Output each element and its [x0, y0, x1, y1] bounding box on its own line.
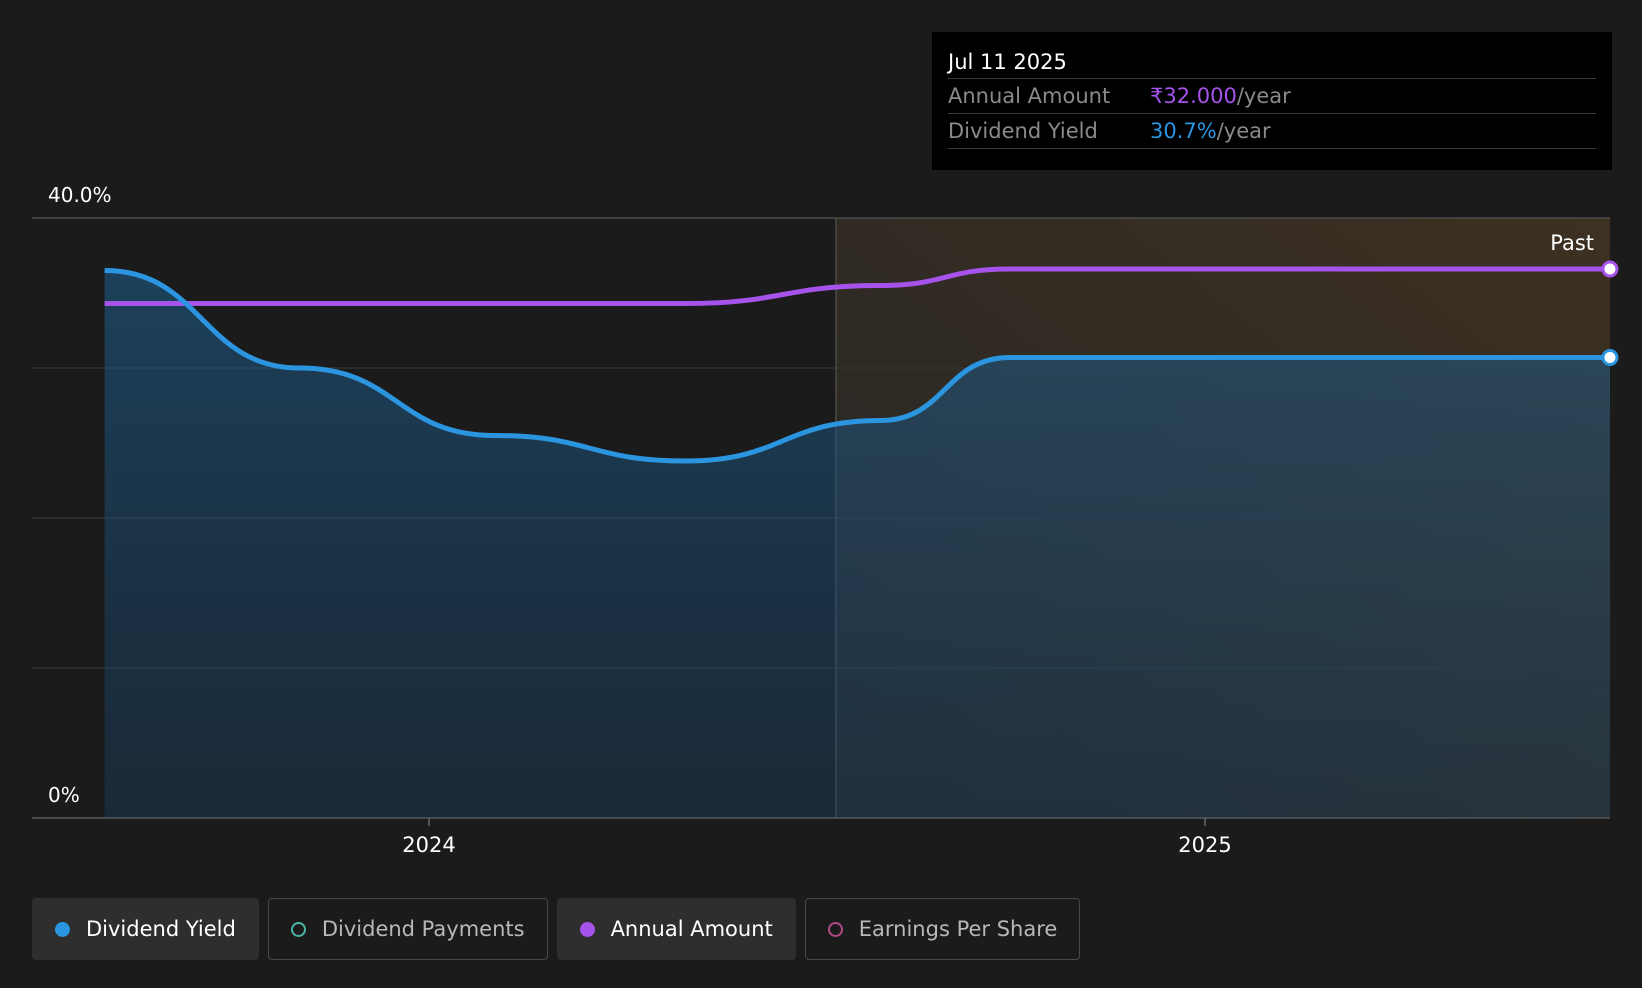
- tooltip-value: 30.7%: [1150, 119, 1217, 143]
- tooltip-unit: /year: [1236, 84, 1291, 108]
- tooltip-value: ₹32.000: [1150, 84, 1237, 108]
- tooltip-row-dividend-yield: Dividend Yield 30.7% /year: [948, 114, 1596, 149]
- legend-label: Earnings Per Share: [858, 917, 1058, 941]
- legend-label: Dividend Yield: [86, 917, 236, 941]
- legend-label: Annual Amount: [610, 917, 773, 941]
- x-tick-label-2025: 2025: [1178, 833, 1231, 857]
- legend-label: Dividend Payments: [321, 917, 525, 941]
- tooltip-label: Annual Amount: [948, 84, 1111, 108]
- legend-annual-amount[interactable]: Annual Amount: [556, 898, 796, 960]
- legend-earnings-per-share[interactable]: Earnings Per Share: [804, 898, 1081, 960]
- tooltip-unit: /year: [1216, 119, 1271, 143]
- annual-amount-endpoint[interactable]: [1601, 260, 1619, 278]
- past-label: Past: [1550, 231, 1594, 255]
- legend-dividend-payments[interactable]: Dividend Payments: [267, 898, 548, 960]
- earnings-per-share-dot-icon: [827, 921, 843, 937]
- tooltip-date: Jul 11 2025: [948, 46, 1596, 79]
- dividend-yield-dot-icon: [55, 921, 70, 937]
- tooltip-label: Dividend Yield: [948, 119, 1098, 143]
- y-tick-max: 40.0%: [48, 183, 112, 207]
- tooltip: Jul 11 2025 Annual Amount ₹32.000 /year …: [932, 32, 1612, 170]
- y-tick-zero: 0%: [48, 783, 80, 807]
- tooltip-row-annual-amount: Annual Amount ₹32.000 /year: [948, 79, 1596, 114]
- dividend-yield-endpoint[interactable]: [1601, 349, 1619, 366]
- legend-dividend-yield[interactable]: Dividend Yield: [32, 898, 259, 960]
- x-tick-label-2024: 2024: [402, 833, 455, 857]
- annual-amount-dot-icon: [579, 921, 595, 937]
- dividend-payments-dot-icon: [290, 921, 306, 937]
- legend: Dividend Yield Dividend Payments Annual …: [32, 898, 1081, 960]
